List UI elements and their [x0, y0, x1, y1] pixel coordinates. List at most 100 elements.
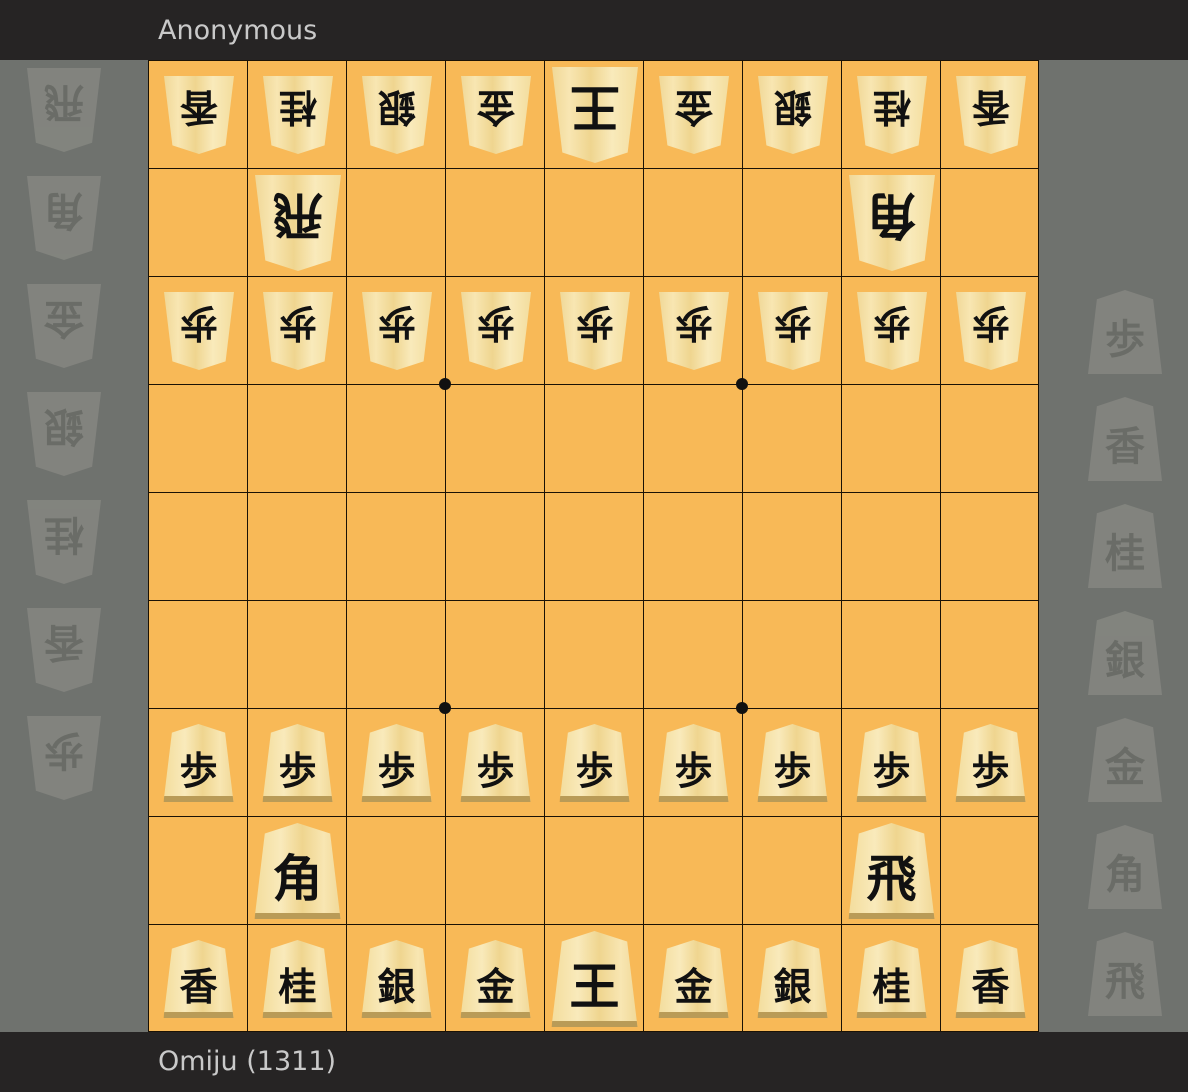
gote-piece[interactable]: 飛: [255, 175, 341, 271]
sente-piece[interactable]: 歩: [361, 724, 432, 802]
board-square[interactable]: [446, 385, 545, 493]
board-square[interactable]: [248, 493, 347, 601]
board-square[interactable]: 歩: [644, 277, 743, 385]
board-square[interactable]: 歩: [446, 709, 545, 817]
sente-piece[interactable]: 香: [163, 940, 234, 1018]
board-square[interactable]: [248, 385, 347, 493]
gote-piece[interactable]: 香: [956, 76, 1026, 154]
board-square[interactable]: 金: [446, 61, 545, 169]
board-square[interactable]: 飛: [842, 817, 941, 925]
sente-piece[interactable]: 金: [460, 940, 531, 1018]
board-square[interactable]: [842, 385, 941, 493]
gote-hand-piece[interactable]: 角: [27, 176, 101, 260]
gote-piece[interactable]: 歩: [956, 292, 1026, 370]
board-square[interactable]: 香: [941, 925, 1040, 1033]
board-square[interactable]: [743, 601, 842, 709]
board-square[interactable]: 銀: [347, 925, 446, 1033]
board-square[interactable]: 香: [149, 925, 248, 1033]
board-square[interactable]: 王: [545, 925, 644, 1033]
gote-piece[interactable]: 歩: [263, 292, 333, 370]
board-square[interactable]: [446, 817, 545, 925]
board-square[interactable]: 歩: [644, 709, 743, 817]
gote-piece[interactable]: 歩: [362, 292, 432, 370]
board-square[interactable]: [347, 493, 446, 601]
board-square[interactable]: [743, 385, 842, 493]
sente-hand-piece[interactable]: 飛: [1088, 932, 1162, 1016]
board-square[interactable]: 金: [644, 925, 743, 1033]
board-square[interactable]: 歩: [248, 277, 347, 385]
sente-piece[interactable]: 歩: [955, 724, 1026, 802]
sente-hand-piece[interactable]: 角: [1088, 825, 1162, 909]
board-square[interactable]: [149, 385, 248, 493]
board-square[interactable]: 歩: [941, 709, 1040, 817]
board-square[interactable]: 桂: [842, 925, 941, 1033]
sente-hand-piece[interactable]: 歩: [1088, 290, 1162, 374]
gote-piece[interactable]: 歩: [659, 292, 729, 370]
board-square[interactable]: [347, 169, 446, 277]
gote-piece[interactable]: 角: [849, 175, 935, 271]
board-square[interactable]: 金: [644, 61, 743, 169]
gote-piece[interactable]: 桂: [857, 76, 927, 154]
sente-piece[interactable]: 歩: [559, 724, 630, 802]
sente-piece[interactable]: 金: [658, 940, 729, 1018]
sente-hand-piece[interactable]: 香: [1088, 397, 1162, 481]
board-square[interactable]: 香: [149, 61, 248, 169]
gote-piece[interactable]: 歩: [758, 292, 828, 370]
shogi-board[interactable]: 香桂銀金王金銀桂香飛角歩歩歩歩歩歩歩歩歩歩歩歩歩歩歩歩歩歩角飛香桂銀金王金銀桂香: [148, 60, 1039, 1032]
board-square[interactable]: [941, 385, 1040, 493]
sente-piece[interactable]: 歩: [757, 724, 828, 802]
board-square[interactable]: 歩: [149, 277, 248, 385]
sente-piece[interactable]: 銀: [361, 940, 432, 1018]
board-square[interactable]: [842, 493, 941, 601]
sente-hand-piece[interactable]: 銀: [1088, 611, 1162, 695]
sente-piece[interactable]: 飛: [848, 823, 935, 919]
gote-piece[interactable]: 桂: [263, 76, 333, 154]
board-square[interactable]: [446, 169, 545, 277]
gote-piece[interactable]: 歩: [164, 292, 234, 370]
gote-hand-piece[interactable]: 金: [27, 284, 101, 368]
board-square[interactable]: 銀: [347, 61, 446, 169]
board-square[interactable]: 桂: [248, 925, 347, 1033]
sente-piece[interactable]: 歩: [460, 724, 531, 802]
board-square[interactable]: 角: [248, 817, 347, 925]
sente-piece[interactable]: 桂: [262, 940, 333, 1018]
board-square[interactable]: 歩: [545, 709, 644, 817]
gote-piece[interactable]: 歩: [461, 292, 531, 370]
board-square[interactable]: 歩: [446, 277, 545, 385]
bottom-player-name[interactable]: Omiju (1311): [158, 1046, 336, 1077]
board-square[interactable]: 歩: [941, 277, 1040, 385]
board-square[interactable]: 角: [842, 169, 941, 277]
sente-piece[interactable]: 桂: [856, 940, 927, 1018]
board-square[interactable]: 歩: [347, 277, 446, 385]
board-square[interactable]: [941, 817, 1040, 925]
sente-piece[interactable]: 王: [551, 931, 638, 1027]
board-square[interactable]: 桂: [248, 61, 347, 169]
board-square[interactable]: 桂: [842, 61, 941, 169]
board-square[interactable]: [446, 493, 545, 601]
gote-piece[interactable]: 金: [461, 76, 531, 154]
board-square[interactable]: [743, 169, 842, 277]
board-square[interactable]: 香: [941, 61, 1040, 169]
gote-piece[interactable]: 香: [164, 76, 234, 154]
gote-piece[interactable]: 金: [659, 76, 729, 154]
board-square[interactable]: [149, 493, 248, 601]
gote-hand-piece[interactable]: 桂: [27, 500, 101, 584]
board-square[interactable]: [149, 817, 248, 925]
board-square[interactable]: 銀: [743, 61, 842, 169]
gote-piece[interactable]: 歩: [857, 292, 927, 370]
board-square[interactable]: 歩: [842, 277, 941, 385]
board-square[interactable]: [644, 169, 743, 277]
board-square[interactable]: [941, 601, 1040, 709]
board-square[interactable]: [545, 601, 644, 709]
board-square[interactable]: 歩: [248, 709, 347, 817]
board-square[interactable]: 歩: [545, 277, 644, 385]
gote-hand-piece[interactable]: 飛: [27, 68, 101, 152]
board-square[interactable]: [644, 385, 743, 493]
gote-hand-piece[interactable]: 歩: [27, 716, 101, 800]
sente-piece[interactable]: 角: [254, 823, 341, 919]
board-square[interactable]: [347, 601, 446, 709]
board-square[interactable]: 歩: [743, 277, 842, 385]
board-square[interactable]: 銀: [743, 925, 842, 1033]
gote-hand-piece[interactable]: 香: [27, 608, 101, 692]
board-square[interactable]: [545, 817, 644, 925]
